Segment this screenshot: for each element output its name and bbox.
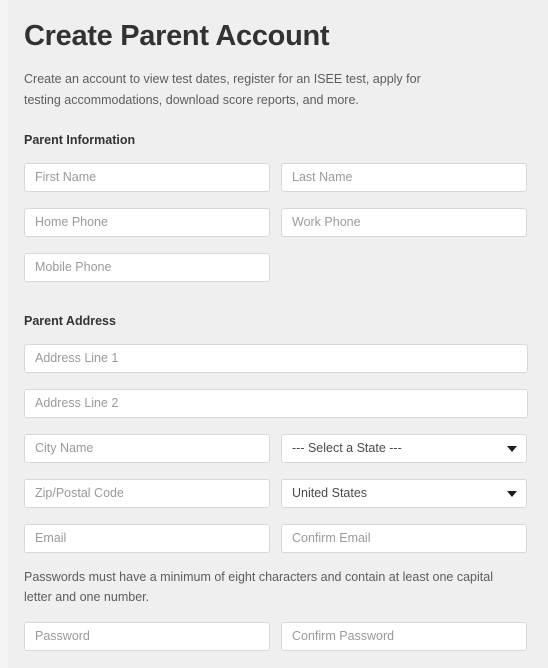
field-wrap-work-phone: Work Phone (281, 207, 527, 237)
confirm-password-input[interactable]: Confirm Password (281, 621, 527, 651)
field-wrap-confirm-email: Confirm Email (281, 523, 527, 553)
row-name: First Name Last Name (24, 162, 528, 192)
zip-postal-code-input[interactable]: Zip/Postal Code (24, 478, 270, 508)
field-wrap-password: Password (24, 621, 270, 651)
page-title: Create Parent Account (24, 20, 330, 52)
email-input[interactable]: Email (24, 523, 270, 553)
field-wrap-home-phone: Home Phone (24, 207, 270, 237)
page-description: Create an account to view test dates, re… (24, 72, 421, 107)
field-wrap-last-name: Last Name (281, 162, 527, 192)
field-wrap-state: --- Select a State --- (281, 433, 527, 463)
field-wrap-first-name: First Name (24, 162, 270, 192)
row-password: Password Confirm Password (24, 621, 528, 651)
page-content: Create Parent Account Create an account … (0, 0, 548, 651)
chevron-down-icon (507, 491, 517, 498)
city-input[interactable]: City Name (24, 433, 270, 463)
password-input[interactable]: Password (24, 621, 270, 651)
section-heading-parent-information: Parent Information (24, 132, 136, 147)
last-name-input[interactable]: Last Name (281, 162, 527, 192)
field-wrap-address-line-1: Address Line 1 (24, 343, 528, 373)
create-parent-account-page: Create Parent Account Create an account … (0, 0, 548, 668)
country-select-value: United States (292, 486, 368, 501)
row-phones: Home Phone Work Phone (24, 207, 528, 237)
work-phone-input[interactable]: Work Phone (281, 207, 527, 237)
mobile-phone-input[interactable]: Mobile Phone (24, 252, 270, 282)
field-wrap-city: City Name (24, 433, 270, 463)
row-address-line-1: Address Line 1 (24, 343, 528, 373)
password-requirements-hint: Passwords must have a minimum of eight c… (24, 569, 493, 604)
country-select[interactable]: United States (281, 478, 527, 508)
row-email: Email Confirm Email (24, 523, 528, 553)
state-select-value: --- Select a State --- (292, 441, 402, 456)
state-select[interactable]: --- Select a State --- (281, 433, 527, 463)
row-address-line-2: Address Line 2 (24, 388, 528, 418)
confirm-email-input[interactable]: Confirm Email (281, 523, 527, 553)
first-name-input[interactable]: First Name (24, 162, 270, 192)
field-wrap-address-line-2: Address Line 2 (24, 388, 528, 418)
home-phone-input[interactable]: Home Phone (24, 207, 270, 237)
field-wrap-email: Email (24, 523, 270, 553)
field-wrap-mobile-phone: Mobile Phone (24, 252, 270, 282)
row-city-state: City Name --- Select a State --- (24, 433, 528, 463)
chevron-down-icon (507, 446, 517, 453)
row-zip-country: Zip/Postal Code United States (24, 478, 528, 508)
section-heading-parent-address: Parent Address (24, 313, 116, 328)
field-wrap-confirm-password: Confirm Password (281, 621, 527, 651)
address-line-2-input[interactable]: Address Line 2 (24, 388, 528, 418)
row-mobile-phone: Mobile Phone (24, 252, 528, 282)
address-line-1-input[interactable]: Address Line 1 (24, 343, 528, 373)
field-wrap-country: United States (281, 478, 527, 508)
field-wrap-zip: Zip/Postal Code (24, 478, 270, 508)
